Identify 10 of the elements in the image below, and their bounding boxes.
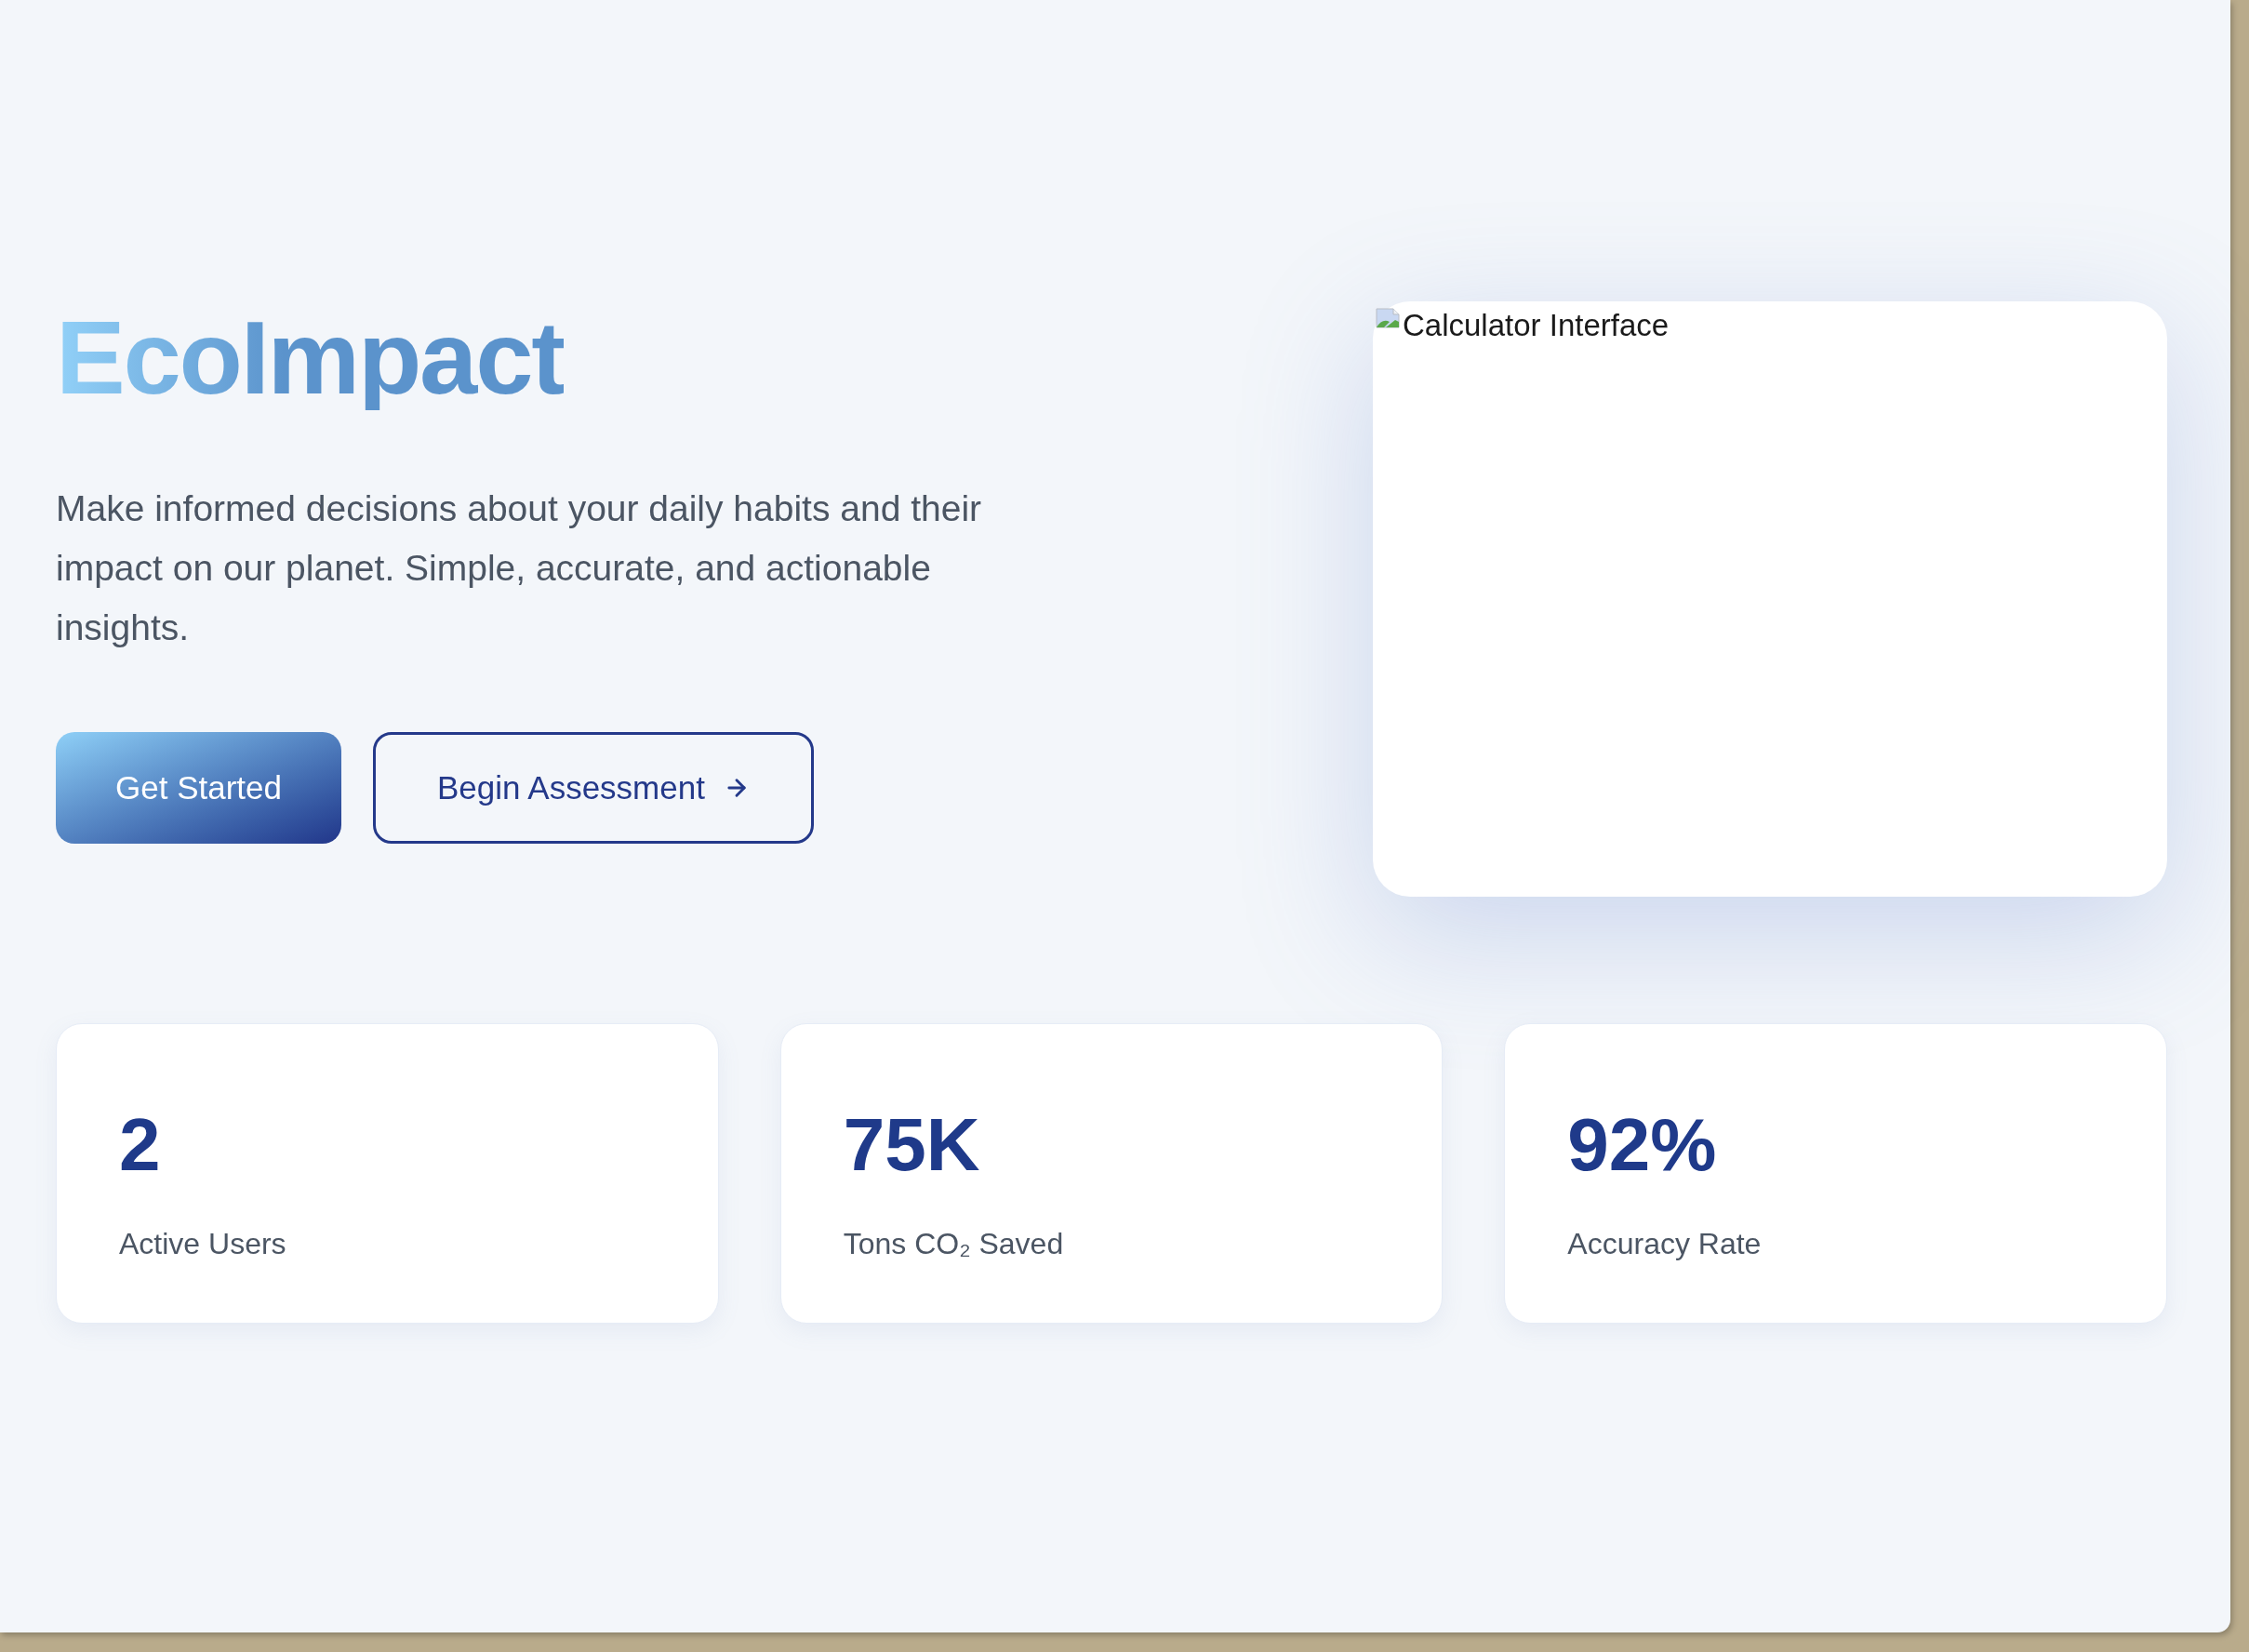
stat-label: Active Users <box>119 1229 286 1259</box>
hero-description: Make informed decisions about your daily habits and their impact on our planet. Simple, accurate, and actionable insights. <box>56 487 983 649</box>
stat-label: Tons CO₂ Saved <box>843 1229 1064 1259</box>
stat-label: Accuracy Rate <box>1567 1229 1762 1259</box>
image-alt-text: Calculator Interface <box>1403 307 1670 344</box>
begin-assessment-button[interactable]: Begin Assessment <box>373 732 814 844</box>
stat-value: 75K <box>843 1108 980 1182</box>
stat-value: 2 <box>119 1108 161 1182</box>
get-started-button[interactable]: Get Started <box>56 732 341 844</box>
stat-value: 92% <box>1567 1108 1717 1182</box>
